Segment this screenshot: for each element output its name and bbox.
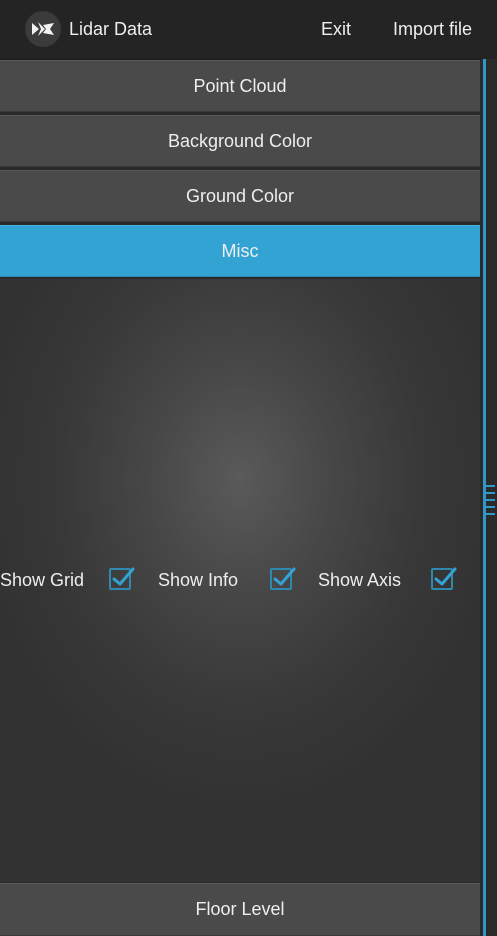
show-axis-label: Show Axis xyxy=(318,570,402,590)
accordion-ground-color[interactable]: Ground Color xyxy=(0,170,480,222)
checkmark-icon xyxy=(112,567,135,586)
app-logo xyxy=(25,11,61,47)
import-file-button[interactable]: Import file xyxy=(393,19,472,40)
accordion-point-cloud[interactable]: Point Cloud xyxy=(0,60,480,112)
kivy-logo-icon xyxy=(32,22,54,36)
show-grid-checkbox[interactable] xyxy=(109,567,135,590)
checkmark-icon xyxy=(434,567,457,586)
checkmark-icon xyxy=(273,567,296,586)
app-bar: Lidar Data Exit Import file xyxy=(0,0,497,60)
splitter-handle[interactable] xyxy=(484,485,495,515)
show-info-label: Show Info xyxy=(158,570,239,590)
show-axis-checkbox[interactable] xyxy=(431,567,457,590)
accordion-floor-level[interactable]: Floor Level xyxy=(0,883,480,936)
app-title: Lidar Data xyxy=(69,19,153,39)
misc-panel: Show Grid Show Info Show Axis xyxy=(0,279,480,882)
exit-button[interactable]: Exit xyxy=(321,19,351,40)
accordion-background-color[interactable]: Background Color xyxy=(0,115,480,167)
accordion-misc[interactable]: Misc xyxy=(0,225,480,277)
show-grid-label: Show Grid xyxy=(0,570,85,590)
show-info-checkbox[interactable] xyxy=(270,567,296,590)
